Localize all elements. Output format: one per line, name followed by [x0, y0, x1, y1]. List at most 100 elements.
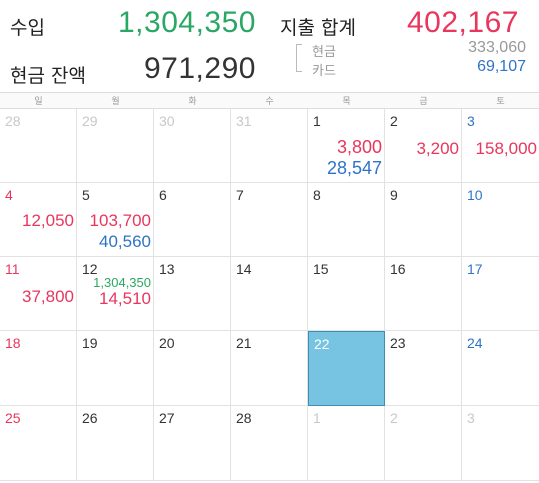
weekday-tue: 화: [188, 97, 197, 107]
income-label: 수입: [10, 17, 45, 39]
day-number: 20: [159, 335, 175, 351]
day-number: 26: [82, 410, 98, 426]
calendar-cell[interactable]: 18: [0, 331, 77, 406]
cash-label: 현금: [312, 45, 336, 60]
calendar-cell[interactable]: 8: [308, 183, 385, 257]
calendar-cell[interactable]: 28: [0, 109, 77, 183]
card-value: 69,107: [477, 58, 526, 75]
calendar-cell[interactable]: 4 12,050: [0, 183, 77, 257]
calendar-cell[interactable]: 24: [462, 331, 539, 406]
day-number: 30: [159, 113, 175, 129]
calendar-cell[interactable]: 5 103,700 40,560: [77, 183, 154, 257]
calendar-cell[interactable]: 2: [385, 406, 462, 481]
day-number: 7: [236, 187, 244, 203]
day-number: 3: [467, 113, 475, 129]
calendar-cell[interactable]: 7: [231, 183, 308, 257]
day-number: 28: [5, 113, 21, 129]
day-number: 2: [390, 113, 398, 129]
cash-balance-value: 971,290: [144, 52, 256, 85]
day-number: 9: [390, 187, 398, 203]
calendar-cell[interactable]: 27: [154, 406, 231, 481]
calendar-cell[interactable]: 17: [462, 257, 539, 331]
day-number: 15: [313, 261, 329, 277]
day-number: 19: [82, 335, 98, 351]
cash-amount: 3,200: [416, 139, 459, 158]
day-number: 11: [5, 261, 20, 277]
card-label: 카드: [312, 64, 336, 79]
weekday-header: 일 월 화 수 목 금 토: [0, 92, 539, 109]
calendar-cell[interactable]: 10: [462, 183, 539, 257]
calendar-cell[interactable]: 13: [154, 257, 231, 331]
calendar-cell[interactable]: 3 158,000: [462, 109, 539, 183]
bracket-divider: [296, 44, 302, 72]
weekday-thu: 목: [342, 97, 351, 107]
day-number: 29: [82, 113, 98, 129]
cash-amount: 103,700: [89, 211, 151, 230]
cash-balance-label: 현금 잔액: [10, 65, 86, 87]
calendar-cell[interactable]: 28: [231, 406, 308, 481]
calendar-cell[interactable]: 1 3,800 28,547: [308, 109, 385, 183]
calendar-cell[interactable]: 6: [154, 183, 231, 257]
calendar-cell[interactable]: 16: [385, 257, 462, 331]
day-number: 22: [314, 336, 330, 352]
expense-value: 402,167: [407, 6, 519, 39]
expense-label: 지출 합계: [280, 17, 356, 39]
income-amount: 1,304,350: [93, 275, 151, 290]
cash-amount: 3,800: [336, 137, 382, 157]
day-number: 1: [313, 410, 321, 426]
cash-amount: 37,800: [22, 287, 74, 306]
day-number: 27: [159, 410, 175, 426]
weekday-sun: 일: [34, 97, 43, 107]
calendar-cell[interactable]: 9: [385, 183, 462, 257]
day-number: 24: [467, 335, 483, 351]
day-number: 16: [390, 261, 406, 277]
calendar-cell[interactable]: 25: [0, 406, 77, 481]
cash-amount: 14,510: [99, 289, 151, 308]
cash-amount: 158,000: [475, 139, 537, 158]
calendar-cell[interactable]: 23: [385, 331, 462, 406]
calendar-cell[interactable]: 2 3,200: [385, 109, 462, 183]
day-number: 21: [236, 335, 252, 351]
calendar-cell[interactable]: 15: [308, 257, 385, 331]
calendar-cell[interactable]: 31: [231, 109, 308, 183]
day-number: 23: [390, 335, 406, 351]
day-number: 10: [467, 187, 483, 203]
day-number: 17: [467, 261, 483, 277]
day-number: 4: [5, 187, 13, 203]
cash-value: 333,060: [468, 39, 526, 56]
calendar-cell[interactable]: 14: [231, 257, 308, 331]
day-number: 18: [5, 335, 21, 351]
day-number: 2: [390, 410, 398, 426]
day-number: 28: [236, 410, 252, 426]
weekday-sat: 토: [496, 97, 505, 107]
summary-panel: 수입 1,304,350 현금 잔액 971,290 지출 합계 402,167…: [0, 0, 539, 92]
calendar-cell-today[interactable]: 22: [308, 331, 385, 406]
day-number: 3: [467, 410, 475, 426]
day-number: 8: [313, 187, 321, 203]
card-amount: 28,547: [326, 158, 382, 178]
day-number: 6: [159, 187, 167, 203]
day-number: 5: [82, 187, 90, 203]
calendar-cell[interactable]: 11 37,800: [0, 257, 77, 331]
calendar-cell[interactable]: 1: [308, 406, 385, 481]
day-number: 14: [236, 261, 252, 277]
calendar-cell[interactable]: 29: [77, 109, 154, 183]
calendar-grid: 28 29 30 31 1 3,800 28,547 2 3,200 3 158…: [0, 108, 539, 481]
day-number: 31: [236, 113, 252, 129]
income-value: 1,304,350: [118, 6, 256, 39]
calendar-cell[interactable]: 30: [154, 109, 231, 183]
day-number: 13: [159, 261, 175, 277]
day-number: 1: [313, 113, 321, 129]
weekday-fri: 금: [419, 97, 428, 107]
weekday-mon: 월: [111, 97, 120, 107]
calendar-cell[interactable]: 20: [154, 331, 231, 406]
day-number: 25: [5, 410, 21, 426]
cash-amount: 12,050: [22, 211, 74, 230]
card-amount: 40,560: [99, 232, 151, 251]
calendar-cell[interactable]: 19: [77, 331, 154, 406]
weekday-wed: 수: [265, 97, 274, 107]
calendar-cell[interactable]: 12 1,304,350 14,510: [77, 257, 154, 331]
calendar-cell[interactable]: 21: [231, 331, 308, 406]
calendar-cell[interactable]: 26: [77, 406, 154, 481]
calendar-cell[interactable]: 3: [462, 406, 539, 481]
